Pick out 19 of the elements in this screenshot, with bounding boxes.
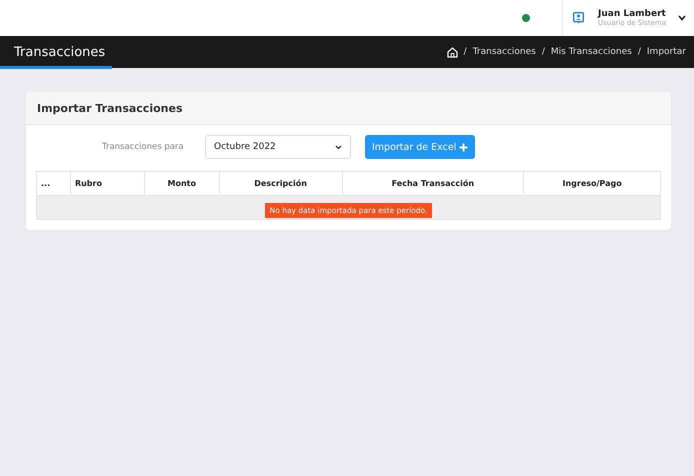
user-name: Juan Lambert [598,9,667,19]
breadcrumb-separator: / [542,47,545,57]
plus-icon [459,142,468,152]
period-select[interactable]: Octubre 2022 [205,135,351,159]
page-title: Transacciones [14,44,106,60]
card-title: Importar Transacciones [37,102,182,114]
breadcrumb-link[interactable]: Transacciones [472,47,536,57]
column-header: Fecha Transacción [342,172,524,196]
column-header: Ingreso/Pago [524,172,660,196]
breadcrumb-link[interactable]: Mis Transacciones [550,47,632,57]
chevron-down-icon [335,144,342,150]
column-header: Descripción [219,172,342,196]
breadcrumb-separator: / [638,47,641,57]
filter-label: Transacciones para [102,142,185,152]
home-icon[interactable] [446,46,458,58]
chevron-down-icon[interactable] [678,15,686,21]
breadcrumb-separator: / [464,47,467,57]
column-header: ... [36,172,70,196]
user-badge-icon [573,12,584,24]
